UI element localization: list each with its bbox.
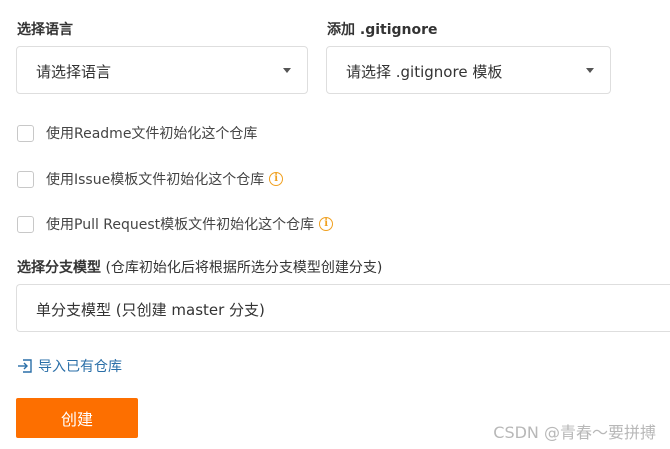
branch-model-label: 选择分支模型 (仓库初始化后将根据所选分支模型创建分支) [17, 257, 382, 277]
branch-model-label-strong: 选择分支模型 [17, 260, 101, 276]
import-repo-label: 导入已有仓库 [38, 359, 122, 375]
issue-template-checkbox[interactable] [17, 170, 34, 188]
import-repo-link[interactable]: 导入已有仓库 [17, 356, 122, 376]
pr-template-option[interactable]: 使用Pull Request模板文件初始化这个仓库 i [17, 213, 334, 235]
caret-down-icon [586, 68, 594, 73]
pr-template-option-label: 使用Pull Request模板文件初始化这个仓库 [46, 217, 315, 233]
watermark: CSDN @青春～要拼搏 [493, 423, 656, 442]
readme-checkbox[interactable] [17, 124, 34, 142]
language-select[interactable]: 请选择语言 [16, 46, 308, 94]
language-select-value: 请选择语言 [36, 63, 112, 81]
pr-template-checkbox[interactable] [17, 215, 34, 233]
import-icon [18, 359, 32, 373]
info-circle-icon[interactable]: i [269, 172, 284, 186]
gitignore-select[interactable]: 请选择 .gitignore 模板 [326, 46, 611, 94]
readme-option-label: 使用Readme文件初始化这个仓库 [46, 126, 258, 142]
info-circle-icon[interactable]: i [319, 217, 334, 231]
issue-template-option-label: 使用Issue模板文件初始化这个仓库 [46, 172, 265, 188]
readme-option[interactable]: 使用Readme文件初始化这个仓库 [17, 122, 257, 144]
gitignore-select-value: 请选择 .gitignore 模板 [346, 63, 503, 81]
language-label: 选择语言 [17, 22, 73, 38]
create-button[interactable]: 创建 [16, 398, 138, 438]
issue-template-option[interactable]: 使用Issue模板文件初始化这个仓库 i [17, 168, 284, 190]
branch-model-label-hint: (仓库初始化后将根据所选分支模型创建分支) [101, 260, 383, 276]
gitignore-label: 添加 .gitignore [327, 22, 438, 38]
branch-model-select[interactable]: 单分支模型 (只创建 master 分支) [16, 284, 670, 332]
caret-down-icon [283, 68, 291, 73]
branch-model-select-value: 单分支模型 (只创建 master 分支) [36, 301, 265, 319]
